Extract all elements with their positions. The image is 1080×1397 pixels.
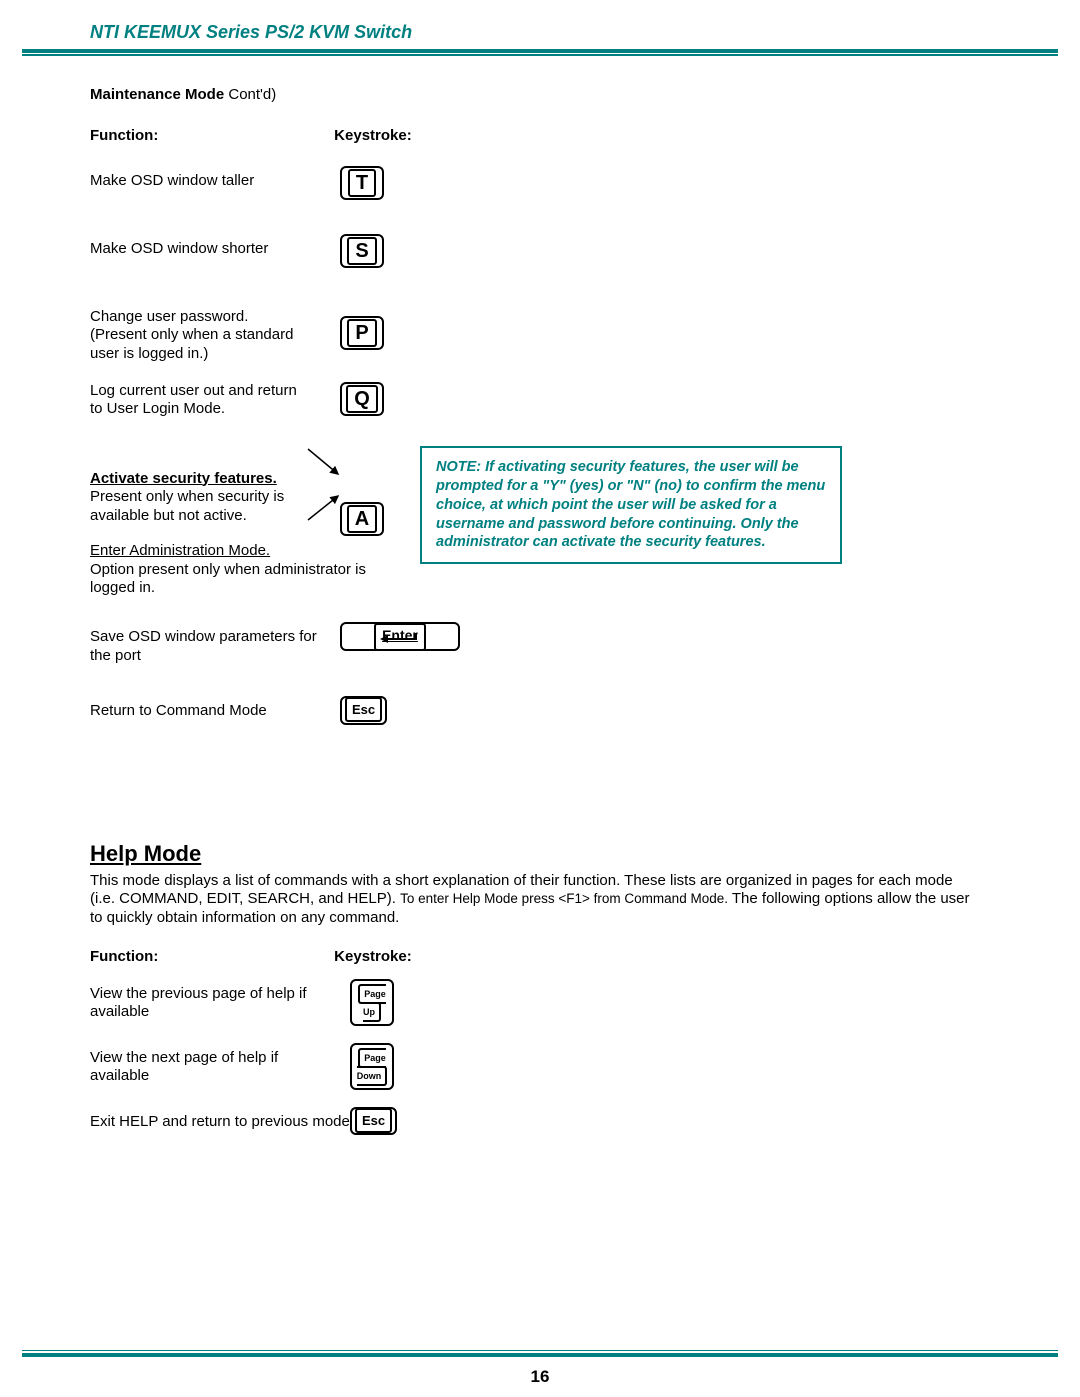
key-label-line1: Page: [364, 1053, 386, 1063]
security-note-callout: NOTE: If activating security features, t…: [420, 446, 842, 564]
function-text: Change user password. (Present only when…: [90, 308, 300, 364]
key-label: Q: [346, 385, 378, 413]
key-label: Esc: [345, 697, 382, 722]
key-label: S: [347, 237, 376, 265]
column-function-header: Function:: [90, 127, 270, 146]
maintenance-mode-label: Maintenance Mode: [90, 86, 224, 103]
key-p-icon: P: [340, 316, 384, 350]
security-note-text: NOTE: If activating security features, t…: [436, 459, 825, 550]
key-esc-icon: Esc: [340, 696, 387, 725]
column-keystroke-header: Keystroke:: [334, 127, 412, 146]
key-label: T: [348, 169, 376, 197]
maintenance-mode-suffix: Cont'd): [224, 86, 276, 103]
maintenance-table-headers: Function: Keystroke:: [90, 127, 1060, 146]
key-q-icon: Q: [340, 382, 384, 416]
function-text: Save OSD window parameters for the port: [90, 628, 330, 666]
table-row: Make OSD window taller T: [90, 172, 1060, 220]
page-number: 16: [0, 1367, 1080, 1387]
function-text: Make OSD window taller: [90, 172, 330, 191]
key-label: Esc: [355, 1108, 392, 1133]
function-text: Return to Command Mode: [90, 702, 330, 721]
help-mode-paragraph: This mode displays a list of commands wi…: [90, 872, 980, 928]
enter-arrow-icon: [378, 633, 418, 645]
help-table-headers: Function: Keystroke:: [90, 948, 1060, 967]
key-s-icon: S: [340, 234, 384, 268]
enter-admin-note: Option present only when administrator i…: [90, 561, 390, 599]
table-row: Exit HELP and return to previous mode Es…: [90, 1113, 1060, 1159]
table-row: Save OSD window parameters for the port …: [90, 628, 1060, 676]
pointer-arrows-icon: [308, 444, 358, 524]
column-keystroke-header: Keystroke:: [334, 948, 412, 967]
key-t-icon: T: [340, 166, 384, 200]
key-page-down-icon: Page Down: [350, 1043, 394, 1091]
activate-security-note: Present only when security is available …: [90, 488, 300, 526]
help-mode-heading: Help Mode: [90, 840, 1060, 868]
key-esc-icon: Esc: [350, 1107, 397, 1136]
key-page-up-icon: Page Up: [350, 979, 394, 1027]
key-label-line1: Page: [364, 989, 386, 999]
table-row: Change user password. (Present only when…: [90, 308, 1060, 370]
key-label: P: [347, 319, 376, 347]
column-function-header: Function:: [90, 948, 270, 967]
header-rule: [0, 49, 1080, 56]
table-row: Log current user out and return to User …: [90, 382, 1060, 430]
key-label-line2: Up: [363, 1007, 375, 1017]
table-row: Return to Command Mode Esc: [90, 702, 1060, 750]
footer-rule: [0, 1350, 1080, 1358]
table-row: View the previous page of help if availa…: [90, 985, 1060, 1031]
enter-admin-heading: Enter Administration Mode.: [90, 542, 390, 561]
function-text: Exit HELP and return to previous mode: [90, 1113, 350, 1132]
key-label-line2: Down: [357, 1071, 382, 1081]
function-text: View the next page of help if available: [90, 1049, 310, 1087]
help-para-small: To enter Help Mode press <F1> from Comma…: [400, 891, 728, 906]
table-row: View the next page of help if available …: [90, 1049, 1060, 1095]
maintenance-mode-subtitle: Maintenance Mode Cont'd): [90, 86, 1060, 105]
function-text: View the previous page of help if availa…: [90, 985, 310, 1023]
function-text: Make OSD window shorter: [90, 240, 330, 259]
function-text: Log current user out and return to User …: [90, 382, 300, 420]
key-enter-icon: Enter: [340, 622, 460, 651]
document-header-title: NTI KEEMUX Series PS/2 KVM Switch: [90, 22, 1080, 43]
table-row: Make OSD window shorter S: [90, 240, 1060, 288]
